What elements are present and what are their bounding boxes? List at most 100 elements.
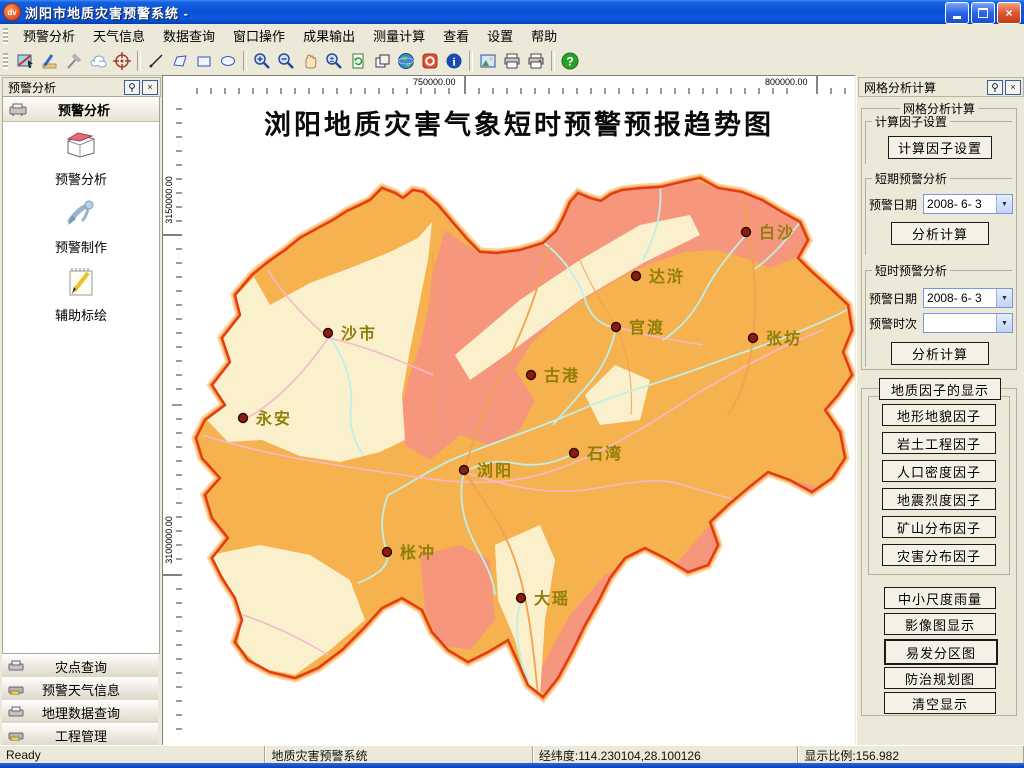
window-title: 浏阳市地质灾害预警系统 - xyxy=(25,3,189,22)
pan-hand-button[interactable] xyxy=(298,49,322,73)
menu-data-query[interactable]: 数据查询 xyxy=(154,24,224,47)
menu-grip[interactable] xyxy=(3,28,8,44)
line-tool-button[interactable] xyxy=(144,49,168,73)
sidebar-item-warning-make[interactable]: 预警制作 xyxy=(3,195,159,256)
city-label: 官渡 xyxy=(629,318,665,337)
refresh-page-button[interactable] xyxy=(346,49,370,73)
menu-settings[interactable]: 设置 xyxy=(478,24,522,47)
window-bottom-border xyxy=(0,763,1024,768)
seismic-factor-button[interactable]: 地震烈度因子 xyxy=(882,488,996,510)
hruler-label: 750000.00 xyxy=(413,77,456,87)
clear-display-button[interactable]: 清空显示 xyxy=(884,692,996,714)
close-icon[interactable]: × xyxy=(142,80,158,95)
right-panel-titlebar: 网格分析计算 × xyxy=(858,77,1024,97)
disaster-factor-button[interactable]: 灾害分布因子 xyxy=(882,544,996,566)
image-display-button[interactable]: 影像图显示 xyxy=(884,613,996,635)
map-canvas[interactable]: 白沙 达浒 官渡 张坊 沙市 古港 永安 石湾 浏阳 枨冲 大瑶 xyxy=(183,95,855,745)
menu-warning-analysis[interactable]: 预警分析 xyxy=(14,24,84,47)
pin-icon[interactable] xyxy=(124,80,140,95)
print-button[interactable] xyxy=(500,49,524,73)
menu-bar: 预警分析 天气信息 数据查询 窗口操作 成果输出 测量计算 查看 设置 帮助 xyxy=(0,24,1024,48)
minimize-button[interactable] xyxy=(945,2,969,24)
zoom-out-button[interactable] xyxy=(274,49,298,73)
pick-tool-button[interactable] xyxy=(62,49,86,73)
print-output-button[interactable] xyxy=(524,49,548,73)
short-time-group-title: 短时预警分析 xyxy=(872,262,950,279)
right-panel-title: 网格分析计算 xyxy=(864,79,985,96)
sidebar-group-label: 地理数据查询 xyxy=(32,703,130,722)
city-label: 大瑶 xyxy=(534,589,570,608)
short-time-date-combobox[interactable]: 2008- 6- 3 ▼ xyxy=(923,288,1013,308)
geotech-factor-button[interactable]: 岩土工程因子 xyxy=(882,432,996,454)
session-label: 预警时次 xyxy=(869,315,917,332)
book-icon xyxy=(62,127,100,163)
city-label: 达浒 xyxy=(649,267,685,286)
toolbar: ± i ? xyxy=(0,47,1024,76)
sidebar-group-project-mgmt[interactable]: 工程管理 xyxy=(2,723,158,747)
chevron-down-icon[interactable]: ▼ xyxy=(996,195,1012,213)
status-scale: 显示比例:156.982 xyxy=(798,746,1024,764)
status-bar: Ready 地质灾害预警系统 经纬度:114.230104,28.100126 … xyxy=(0,745,1024,764)
rectangle-tool-button[interactable] xyxy=(192,49,216,73)
geo-factor-display-button[interactable]: 地质因子的显示 xyxy=(879,378,1001,400)
menu-help[interactable]: 帮助 xyxy=(522,24,566,47)
toolbar-grip[interactable] xyxy=(3,53,8,69)
susceptibility-map-button[interactable]: 易发分区图 xyxy=(884,639,998,665)
map-select-button[interactable] xyxy=(14,49,38,73)
close-button[interactable]: × xyxy=(997,2,1021,24)
menu-window-ops[interactable]: 窗口操作 xyxy=(224,24,294,47)
mine-factor-button[interactable]: 矿山分布因子 xyxy=(882,516,996,538)
stop-button[interactable] xyxy=(418,49,442,73)
sidebar-group-label: 灾点查询 xyxy=(32,657,130,676)
short-time-session-combobox[interactable]: ▼ xyxy=(923,313,1013,333)
menu-view[interactable]: 查看 xyxy=(434,24,478,47)
menu-result-output[interactable]: 成果输出 xyxy=(294,24,364,47)
sidebar-item-label: 辅助标绘 xyxy=(55,308,107,323)
cloud-button[interactable] xyxy=(86,49,110,73)
short-term-analyze-button[interactable]: 分析计算 xyxy=(891,222,989,245)
map-main-title: 浏阳地质灾害气象短时预警预报趋势图 xyxy=(183,103,855,142)
left-panel-header-label: 预警分析 xyxy=(35,100,133,119)
printer-icon xyxy=(8,683,24,695)
factor-setup-button[interactable]: 计算因子设置 xyxy=(888,136,992,159)
sidebar-group-disaster-query[interactable]: 灾点查询 xyxy=(2,654,158,678)
date-label: 预警日期 xyxy=(869,290,917,307)
short-term-date-combobox[interactable]: 2008- 6- 3 ▼ xyxy=(923,194,1013,214)
sidebar-item-warning-analysis[interactable]: 预警分析 xyxy=(3,127,159,188)
restore-button[interactable] xyxy=(971,2,995,24)
copy-layers-button[interactable] xyxy=(370,49,394,73)
style-brush-button[interactable] xyxy=(38,49,62,73)
menu-measure-calc[interactable]: 测量计算 xyxy=(364,24,434,47)
prevention-plan-button[interactable]: 防治规划图 xyxy=(884,667,996,689)
status-system-name: 地质灾害预警系统 xyxy=(265,746,532,764)
vruler-label: 3100000.00 xyxy=(164,509,174,571)
pin-icon[interactable] xyxy=(987,80,1003,95)
info-button[interactable]: i xyxy=(442,49,466,73)
population-factor-button[interactable]: 人口密度因子 xyxy=(882,460,996,482)
short-time-analyze-button[interactable]: 分析计算 xyxy=(891,342,989,365)
help-button[interactable]: ? xyxy=(558,49,582,73)
chevron-down-icon[interactable]: ▼ xyxy=(996,289,1012,307)
globe-button[interactable] xyxy=(394,49,418,73)
rainfall-button[interactable]: 中小尺度雨量 xyxy=(884,587,996,609)
liuyang-map: 白沙 达浒 官渡 张坊 沙市 古港 永安 石湾 浏阳 枨冲 大瑶 xyxy=(183,95,855,745)
sidebar-group-geo-data-query[interactable]: 地理数据查询 xyxy=(2,700,158,724)
sidebar-item-aux-draw[interactable]: 辅助标绘 xyxy=(3,263,159,324)
chevron-down-icon[interactable]: ▼ xyxy=(996,314,1012,332)
zoom-in-button[interactable] xyxy=(250,49,274,73)
close-icon[interactable]: × xyxy=(1005,80,1021,95)
sidebar-item-label: 预警分析 xyxy=(55,172,107,187)
city-label: 张坊 xyxy=(766,329,802,348)
short-term-group-title: 短期预警分析 xyxy=(872,170,950,187)
printer-icon xyxy=(8,729,24,741)
zoom-extent-button[interactable]: ± xyxy=(322,49,346,73)
city-label: 古港 xyxy=(544,366,580,385)
terrain-factor-button[interactable]: 地形地貌因子 xyxy=(882,404,996,426)
polygon-tool-button[interactable] xyxy=(168,49,192,73)
ellipse-tool-button[interactable] xyxy=(216,49,240,73)
menu-weather-info[interactable]: 天气信息 xyxy=(84,24,154,47)
image-view-button[interactable] xyxy=(476,49,500,73)
svg-text:±: ± xyxy=(330,55,335,64)
sidebar-group-weather-info[interactable]: 预警天气信息 xyxy=(2,677,158,701)
center-target-button[interactable] xyxy=(110,49,134,73)
